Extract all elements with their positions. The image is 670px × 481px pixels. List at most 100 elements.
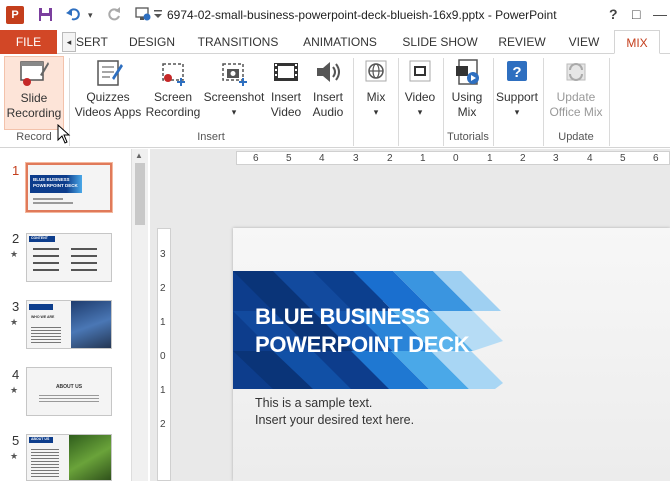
slide-number: 3 — [12, 299, 20, 314]
thumbnail-text-block — [31, 449, 59, 477]
screen-recording-button[interactable]: Screen Recording — [144, 56, 202, 130]
update-office-mix-button[interactable]: Update Office Mix — [545, 56, 607, 130]
scroll-up-icon[interactable]: ▲ — [135, 151, 143, 160]
animation-star-icon: ★ — [10, 385, 19, 395]
powerpoint-app-icon[interactable]: P — [6, 6, 24, 24]
group-label-record: Record — [16, 131, 52, 143]
ruler-tick-label: 1 — [420, 153, 426, 164]
slide-thumbnail-1[interactable]: BLUE BUSINESS POWERPOINT DECK — [26, 163, 112, 212]
slide-thumbnails-pane: 1 BLUE BUSINESS POWERPOINT DECK 2 ★ CONT… — [0, 149, 134, 481]
ruler-tick-label: 0 — [453, 153, 459, 164]
thumbnail-title: BLUE BUSINESS POWERPOINT DECK — [33, 177, 78, 188]
tab-slide-show[interactable]: SLIDE SHOW — [400, 30, 480, 54]
ruler-tick-label: 3 — [353, 153, 359, 164]
slide-thumbnail-2[interactable]: CONTENT — [26, 233, 112, 282]
tab-insert[interactable]: SERT — [76, 30, 108, 54]
current-slide-canvas[interactable]: BLUE BUSINESS POWERPOINT DECK This is a … — [233, 228, 670, 481]
screenshot-label: Screenshot — [203, 90, 265, 104]
update-label-1: Update — [556, 90, 596, 104]
video-label: Video — [404, 90, 436, 104]
redo-icon[interactable] — [107, 7, 121, 24]
animation-star-icon: ★ — [10, 317, 19, 327]
ruler-tick-label: 4 — [319, 153, 325, 164]
slide-recording-label-2: Recording — [6, 106, 62, 120]
group-separator — [493, 58, 494, 146]
question-icon: ? — [501, 56, 533, 90]
ruler-tick-label: 1 — [160, 317, 166, 328]
minimize-icon[interactable]: — — [653, 6, 667, 22]
update-icon — [560, 56, 592, 90]
tab-scroll-left-icon[interactable]: ◂ — [62, 32, 76, 52]
support-dropdown-icon[interactable]: ▾ — [495, 105, 539, 120]
thumbnail-title: WHO WE ARE — [31, 315, 55, 319]
save-icon[interactable] — [38, 7, 53, 25]
insert-audio-button[interactable]: Insert Audio — [307, 56, 349, 130]
screen-recording-label-1: Screen — [153, 90, 193, 104]
slide-thumbnail-3[interactable]: WHO WE ARE — [26, 300, 112, 349]
group-label-tutorials: Tutorials — [447, 131, 489, 143]
undo-icon[interactable] — [66, 7, 82, 24]
tab-file[interactable]: FILE — [0, 30, 57, 54]
tab-review[interactable]: REVIEW — [496, 30, 548, 54]
help-icon[interactable]: ? — [609, 6, 618, 22]
tab-transitions[interactable]: TRANSITIONS — [195, 30, 281, 54]
thumbnail-photo — [69, 435, 111, 480]
slide-body-text[interactable]: This is a sample text. Insert your desir… — [255, 395, 414, 429]
screenshot-dropdown-icon[interactable]: ▾ — [203, 105, 265, 120]
insert-video-button[interactable]: Insert Video — [267, 56, 305, 130]
thumbnail-photo — [71, 301, 111, 348]
thumbnails-scrollbar[interactable]: ▲ — [131, 149, 148, 481]
quizzes-videos-apps-button[interactable]: Quizzes Videos Apps — [73, 56, 143, 130]
undo-dropdown-icon[interactable]: ▾ — [88, 7, 93, 23]
thumbnail-title: CONTENT — [31, 236, 48, 240]
tab-design[interactable]: DESIGN — [124, 30, 180, 54]
using-mix-button[interactable]: Using Mix — [446, 56, 488, 130]
animation-star-icon: ★ — [10, 249, 19, 259]
using-mix-label-2: Mix — [457, 105, 477, 119]
insert-video-label-1: Insert — [270, 90, 301, 104]
thumbnail-title: ABOUT US — [31, 437, 50, 441]
screenshot-button[interactable]: Screenshot ▾ — [203, 56, 265, 130]
ruler-tick-label: 6 — [253, 153, 259, 164]
slide-recording-button[interactable]: Slide Recording — [4, 56, 64, 130]
horizontal-ruler: 6 5 4 3 2 1 0 1 2 3 4 5 6 — [236, 151, 670, 165]
insert-audio-label-1: Insert — [312, 90, 343, 104]
slide-thumbnail-4[interactable]: ABOUT US — [26, 367, 112, 416]
slide-thumbnail-5[interactable]: ABOUT US — [26, 434, 112, 481]
tab-view[interactable]: VIEW — [563, 30, 605, 54]
video-button[interactable]: Video ▾ — [401, 56, 439, 130]
support-label: Support — [495, 90, 539, 104]
quizzes-label-1: Quizzes — [86, 90, 130, 104]
thumbnail-text-line — [33, 198, 63, 200]
mouse-cursor-icon — [57, 124, 71, 144]
group-separator — [353, 58, 354, 146]
mix-dropdown-icon[interactable]: ▾ — [357, 105, 395, 120]
customize-toolbar-icon[interactable] — [154, 7, 162, 23]
slide-title[interactable]: BLUE BUSINESS POWERPOINT DECK — [255, 303, 515, 359]
slide-number: 4 — [12, 367, 20, 382]
thumbnail-banner — [29, 304, 53, 310]
tab-mix[interactable]: MIX — [614, 30, 660, 54]
scrollbar-thumb[interactable] — [135, 163, 145, 225]
start-from-beginning-icon[interactable] — [135, 7, 151, 24]
speaker-icon — [312, 56, 344, 90]
insert-video-label-2: Video — [270, 105, 302, 119]
tab-animations[interactable]: ANIMATIONS — [297, 30, 383, 54]
insert-audio-label-2: Audio — [312, 105, 344, 119]
update-label-2: Office Mix — [549, 105, 603, 119]
video-dropdown-icon[interactable]: ▾ — [401, 105, 439, 120]
ribbon-mix: Slide Recording Record Quizzes Videos Ap… — [0, 54, 670, 148]
slide-number: 2 — [12, 231, 20, 246]
ribbon-display-options-icon[interactable]: □ — [632, 6, 640, 22]
ruler-tick-label: 2 — [160, 419, 166, 430]
screen-recording-label-2: Recording — [145, 105, 201, 119]
support-button[interactable]: ? Support ▾ — [495, 56, 539, 130]
mix-button[interactable]: Mix ▾ — [357, 56, 395, 130]
video-icon — [404, 56, 436, 90]
globe-icon — [360, 56, 392, 90]
quizzes-icon — [92, 56, 124, 90]
ruler-tick-label: 2 — [160, 283, 166, 294]
thumbnail-list — [33, 248, 59, 276]
slide-number: 5 — [12, 433, 20, 448]
using-mix-label-1: Using — [451, 90, 483, 104]
